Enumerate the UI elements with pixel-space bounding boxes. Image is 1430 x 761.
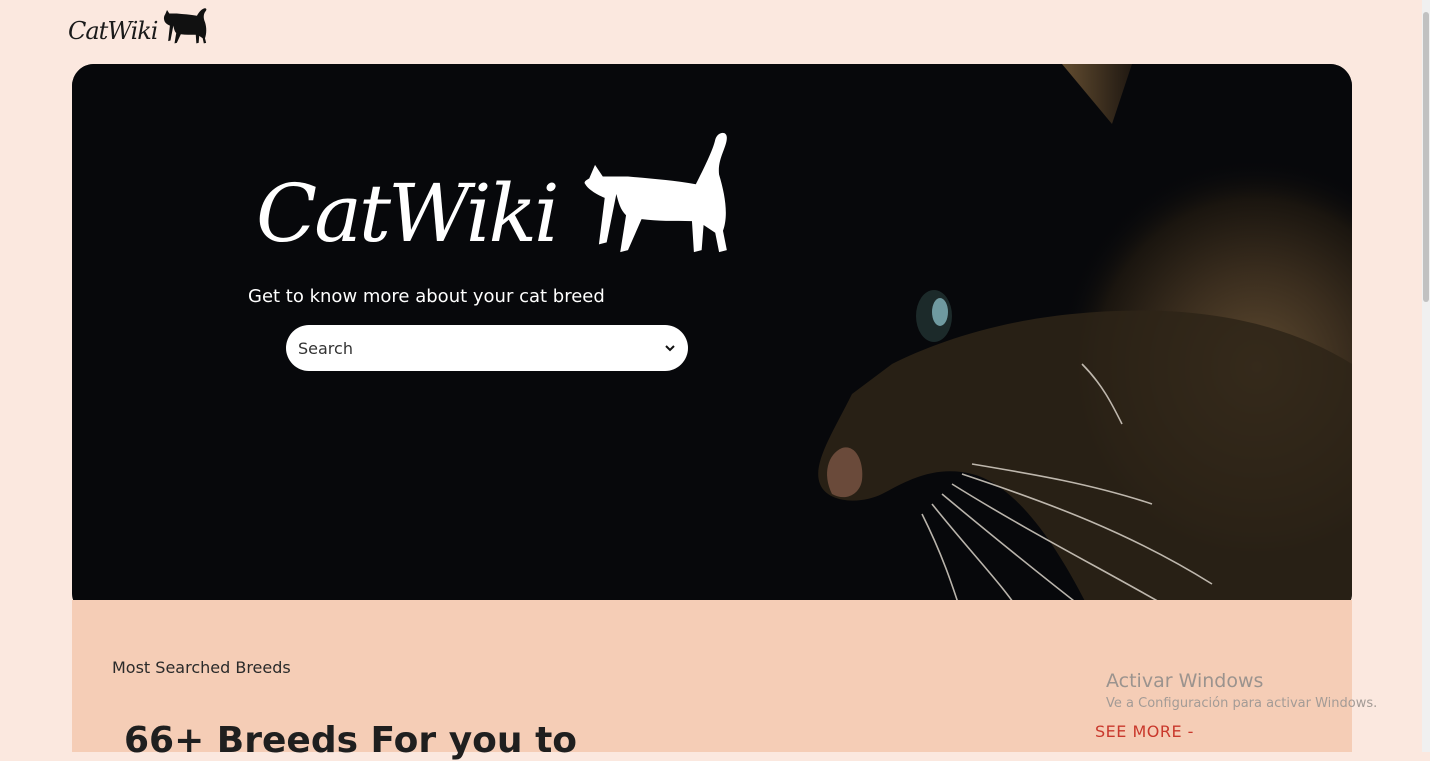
hero-tagline: Get to know more about your cat breed: [248, 286, 605, 307]
search-select-value: Search: [298, 338, 353, 358]
page-scrollbar[interactable]: [1422, 0, 1430, 752]
scrollbar-thumb[interactable]: [1423, 12, 1429, 302]
section-heading: 66+ Breeds For you to: [124, 720, 578, 761]
see-more-link[interactable]: SEE MORE -: [1095, 722, 1194, 741]
logo-text: CatWiki: [68, 17, 158, 45]
top-bar: CatWiki: [0, 0, 1430, 64]
windows-activation-subtitle: Ve a Configuración para activar Windows.: [1106, 696, 1378, 711]
cat-silhouette-icon: [164, 8, 207, 44]
breed-search-select[interactable]: Search: [286, 325, 688, 371]
hero-brand: CatWiki: [256, 130, 737, 264]
header-logo[interactable]: CatWiki: [68, 8, 209, 46]
hero-banner: CatWiki Get to know more about your cat …: [72, 64, 1352, 615]
windows-activation-title: Activar Windows: [1106, 670, 1264, 692]
chevron-down-icon: [665, 345, 675, 352]
section-label: Most Searched Breeds: [112, 658, 291, 677]
cat-silhouette-icon: [584, 132, 727, 253]
hero-title: CatWiki: [256, 167, 560, 260]
